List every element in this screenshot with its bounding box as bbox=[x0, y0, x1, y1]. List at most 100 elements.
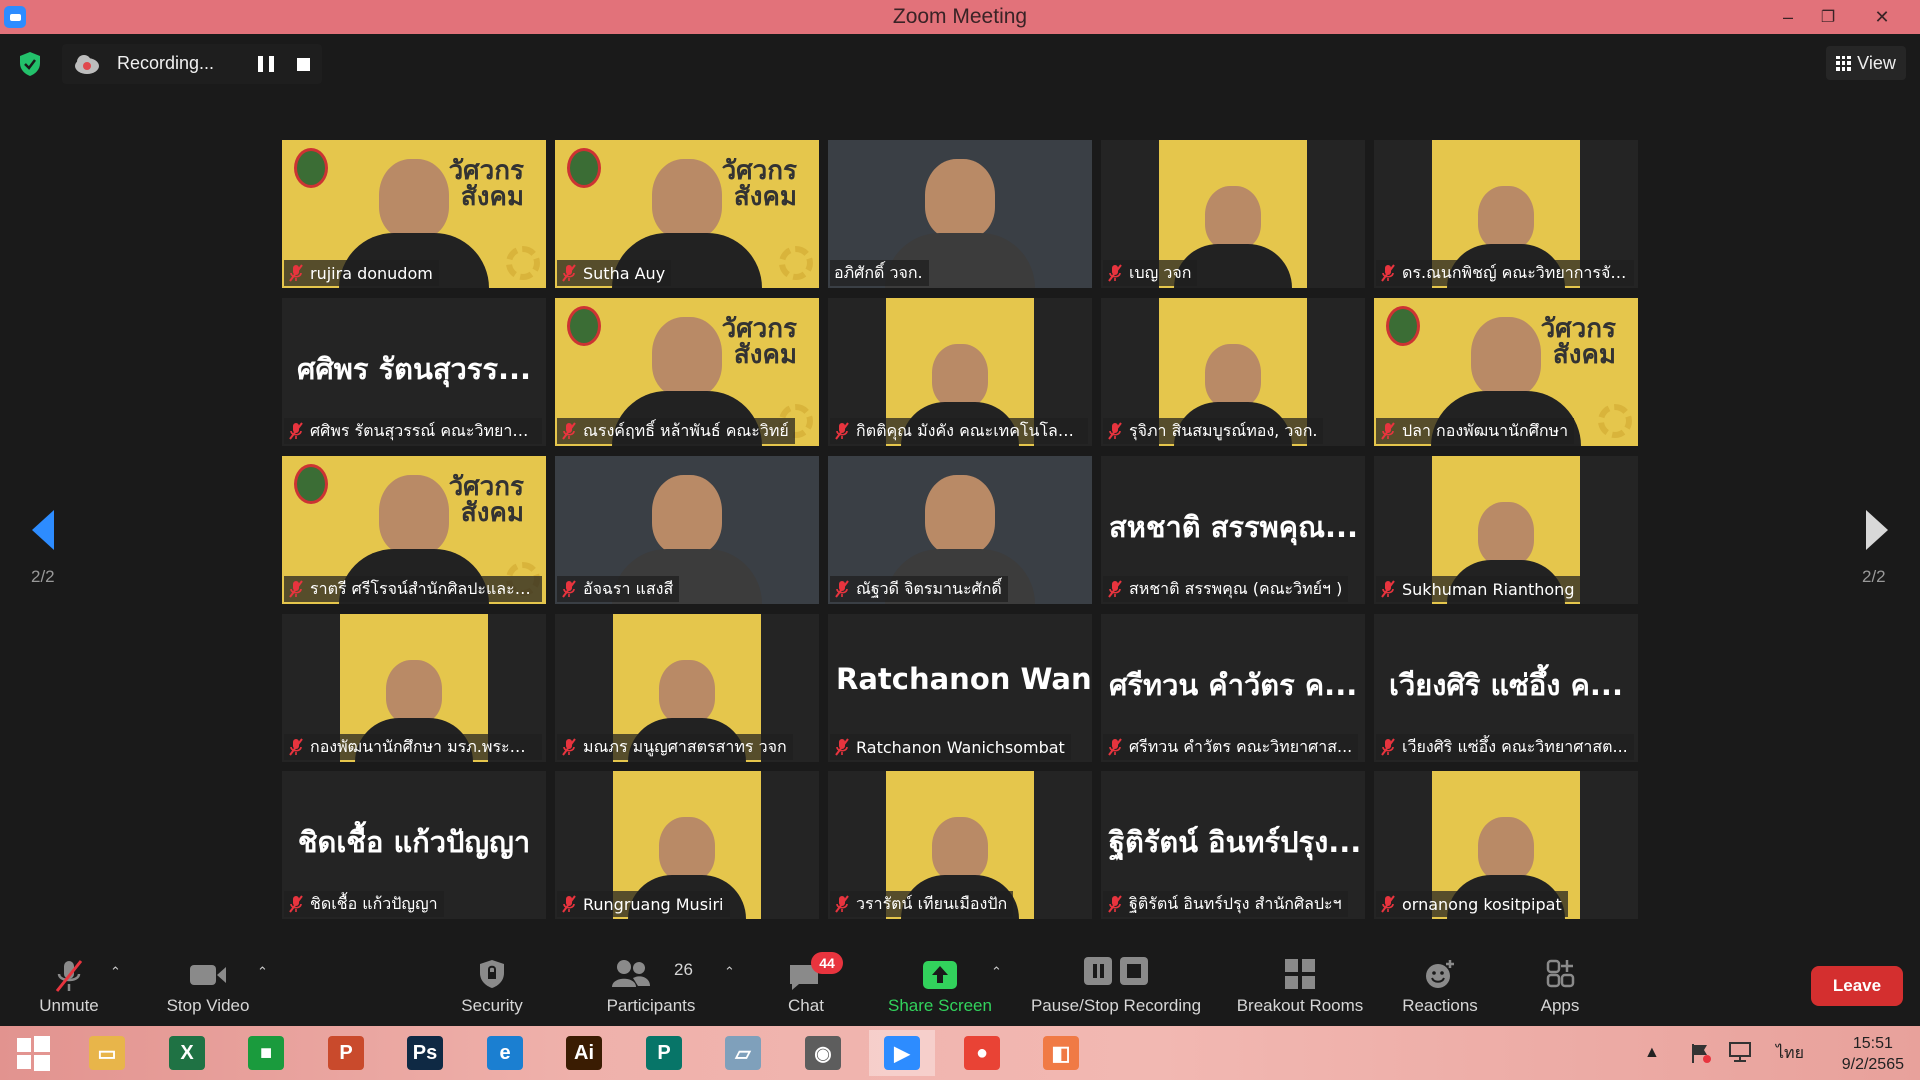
participant-name: อัจฉรา แสงสี bbox=[583, 578, 674, 598]
stop-recording-icon[interactable] bbox=[297, 58, 310, 71]
participant-tile[interactable]: ศรีทวน คำวัตร ค... ศรีทวน คำวัตร คณะวิทยา… bbox=[1101, 614, 1365, 762]
participant-tile[interactable]: Ratchanon Wan... Ratchanon Wanichsombat bbox=[828, 614, 1092, 762]
university-logo bbox=[567, 306, 601, 346]
taskbar-store-button[interactable]: ■ bbox=[233, 1030, 299, 1076]
zoom-window: Zoom Meeting – ❐ ✕ Recording... View 2/2… bbox=[0, 0, 1920, 1080]
pause-stop-recording-button[interactable]: Pause/Stop Recording bbox=[1024, 944, 1208, 1026]
participant-tile[interactable]: ฐิติรัตน์ อินทร์ปรุง... ฐิติรัตน์ อินทร์ป… bbox=[1101, 771, 1365, 919]
internet-explorer-icon: e bbox=[487, 1036, 523, 1070]
input-language[interactable]: ไทย bbox=[1776, 1026, 1804, 1080]
show-hidden-icons[interactable]: ▲ bbox=[1644, 1026, 1660, 1080]
previous-page-arrow-icon[interactable] bbox=[28, 508, 58, 552]
participant-tile[interactable]: เบญ วจก bbox=[1101, 140, 1365, 288]
next-page-arrow-icon[interactable] bbox=[1862, 508, 1892, 552]
muted-mic-icon bbox=[289, 422, 303, 440]
participant-tile[interactable]: วัศวกร สังคม Sutha Auy bbox=[555, 140, 819, 288]
participants-options-chevron-icon[interactable]: ⌃ bbox=[724, 964, 736, 979]
taskbar-notepad-button[interactable]: ▱ bbox=[710, 1030, 776, 1076]
view-button[interactable]: View bbox=[1826, 46, 1906, 80]
participant-name-tag: กิตติคุณ มังคัง คณะเทคโนโลยีอุ... bbox=[830, 418, 1088, 444]
minimize-button[interactable]: – bbox=[1768, 0, 1808, 34]
video-options-chevron-icon[interactable]: ⌃ bbox=[257, 964, 269, 979]
muted-mic-icon bbox=[562, 422, 576, 440]
taskbar-chrome-button[interactable]: ● bbox=[949, 1030, 1015, 1076]
participant-tile[interactable]: วัศวกร สังคม ณรงค์ฤทธิ์ หล้าพันธ์ คณะวิทย… bbox=[555, 298, 819, 446]
participant-name: Sutha Auy bbox=[583, 263, 666, 283]
participant-tile[interactable]: วัศวกร สังคม ปลา กองพัฒนานักศึกษา bbox=[1374, 298, 1638, 446]
participant-tile[interactable]: วัศวกร สังคม ราตรี ศรีโรจน์สำนักศิลปะและว… bbox=[282, 456, 546, 604]
participant-tile[interactable]: ชิดเชื้อ แก้วปัญญา ชิดเชื้อ แก้วปัญญา bbox=[282, 771, 546, 919]
apps-button[interactable]: Apps bbox=[1530, 944, 1590, 1026]
pause-stop-recording-label: Pause/Stop Recording bbox=[1030, 996, 1202, 1015]
security-shield-icon bbox=[480, 960, 504, 988]
apps-icon bbox=[1546, 959, 1575, 988]
recording-indicator: Recording... bbox=[62, 44, 322, 84]
taskbar-illustrator-button[interactable]: Ai bbox=[551, 1030, 617, 1076]
muted-mic-icon bbox=[1108, 264, 1122, 282]
participant-name: มณภร มนูญศาสตรสาทร วจก bbox=[583, 736, 787, 756]
share-screen-button[interactable]: Share Screen bbox=[884, 944, 996, 1026]
participant-tile[interactable]: สหชาติ สรรพคุณ... สหชาติ สรรพคุณ (คณะวิทย… bbox=[1101, 456, 1365, 604]
participant-tile[interactable]: ดร.ณนกพิชญ์ คณะวิทยาการจัด... bbox=[1374, 140, 1638, 288]
participant-tile[interactable]: ณัฐวดี จิตรมานะศักดิ์ bbox=[828, 456, 1092, 604]
participant-name-tag: rujira donudom bbox=[284, 260, 439, 286]
participant-tile[interactable]: วัศวกร สังคม rujira donudom bbox=[282, 140, 546, 288]
participant-tile[interactable]: อัจฉรา แสงสี bbox=[555, 456, 819, 604]
participant-tile[interactable]: Sukhuman Rianthong bbox=[1374, 456, 1638, 604]
reactions-smiley-icon bbox=[1426, 960, 1454, 988]
audio-options-chevron-icon[interactable]: ⌃ bbox=[110, 964, 122, 979]
taskbar-file-explorer-button[interactable]: ▭ bbox=[74, 1030, 140, 1076]
taskbar-powerpoint-button[interactable]: P bbox=[313, 1030, 379, 1076]
stop-video-button[interactable]: Stop Video bbox=[158, 944, 258, 1026]
participant-name-tag: ชิดเชื้อ แก้วปัญญา bbox=[284, 891, 444, 917]
taskbar-internet-explorer-button[interactable]: e bbox=[472, 1030, 538, 1076]
participant-tile[interactable]: รุจิภา สินสมบูรณ์ทอง, วจก. bbox=[1101, 298, 1365, 446]
recording-label: Recording... bbox=[117, 53, 215, 73]
participant-name: กองพัฒนานักศึกษา มรภ.พระนคร bbox=[310, 736, 536, 756]
share-screen-label: Share Screen bbox=[888, 996, 992, 1015]
muted-mic-icon bbox=[1381, 264, 1395, 282]
photos-icon: ◧ bbox=[1043, 1036, 1079, 1070]
encryption-shield-icon[interactable] bbox=[18, 51, 42, 77]
stop-video-label: Stop Video bbox=[166, 996, 250, 1015]
participants-button[interactable]: 26 Participants bbox=[596, 944, 706, 1026]
share-options-chevron-icon[interactable]: ⌃ bbox=[991, 964, 1003, 979]
participant-tile[interactable]: เวียงศิริ แซ่อึ้ง ค... เวียงศิริ แซ่อึ้ง … bbox=[1374, 614, 1638, 762]
view-label: View bbox=[1857, 52, 1896, 73]
muted-mic-icon bbox=[835, 738, 849, 756]
participant-name: ราตรี ศรีโรจน์สำนักศิลปะและวั... bbox=[310, 578, 536, 598]
participant-tile[interactable]: อภิศักดิ์ วจก. bbox=[828, 140, 1092, 288]
pause-recording-icon[interactable] bbox=[258, 56, 274, 72]
page-indicator-right: 2/2 bbox=[1862, 567, 1886, 586]
restore-button[interactable]: ❐ bbox=[1808, 0, 1848, 34]
taskbar-photos-button[interactable]: ◧ bbox=[1028, 1030, 1094, 1076]
participant-tile[interactable]: Rungruang Musiri bbox=[555, 771, 819, 919]
taskbar-photoshop-button[interactable]: Ps bbox=[392, 1030, 458, 1076]
participant-tile[interactable]: กองพัฒนานักศึกษา มรภ.พระนคร bbox=[282, 614, 546, 762]
taskbar-publisher-button[interactable]: P bbox=[631, 1030, 697, 1076]
participant-name-tag: ณัฐวดี จิตรมานะศักดิ์ bbox=[830, 576, 1008, 602]
start-button[interactable] bbox=[0, 1030, 66, 1076]
taskbar-clock[interactable]: 15:51 9/2/2565 bbox=[1842, 1033, 1904, 1075]
security-button[interactable]: Security bbox=[452, 944, 532, 1026]
participant-tile[interactable]: ศศิพร รัตนสุวรร... ศศิพร รัตนสุวรรณ์ คณะว… bbox=[282, 298, 546, 446]
participant-name-tag: ศรีทวน คำวัตร คณะวิทยาศาส... bbox=[1103, 734, 1359, 760]
taskbar-photoscape-button[interactable]: ◉ bbox=[790, 1030, 856, 1076]
participant-tile[interactable]: ornanong kositpipat bbox=[1374, 771, 1638, 919]
unmute-button[interactable]: Unmute bbox=[24, 944, 114, 1026]
reactions-button[interactable]: Reactions bbox=[1398, 944, 1482, 1026]
taskbar-zoom-button[interactable]: ▶ bbox=[869, 1030, 935, 1076]
close-button[interactable]: ✕ bbox=[1862, 0, 1902, 34]
participant-name: ดร.ณนกพิชญ์ คณะวิทยาการจัด... bbox=[1402, 262, 1628, 282]
taskbar-excel-button[interactable]: X bbox=[154, 1030, 220, 1076]
action-center-flag-icon[interactable] bbox=[1690, 1042, 1712, 1064]
notepad-icon: ▱ bbox=[725, 1036, 761, 1070]
breakout-rooms-button[interactable]: Breakout Rooms bbox=[1230, 944, 1370, 1026]
participant-tile[interactable]: มณภร มนูญศาสตรสาทร วจก bbox=[555, 614, 819, 762]
network-icon[interactable] bbox=[1728, 1041, 1752, 1063]
participant-tile[interactable]: วรารัตน์ เทียนเมืองปัก bbox=[828, 771, 1092, 919]
share-screen-icon bbox=[923, 961, 957, 989]
participant-tile[interactable]: กิตติคุณ มังคัง คณะเทคโนโลยีอุ... bbox=[828, 298, 1092, 446]
leave-button[interactable]: Leave bbox=[1811, 966, 1903, 1006]
muted-mic-icon bbox=[289, 895, 303, 913]
